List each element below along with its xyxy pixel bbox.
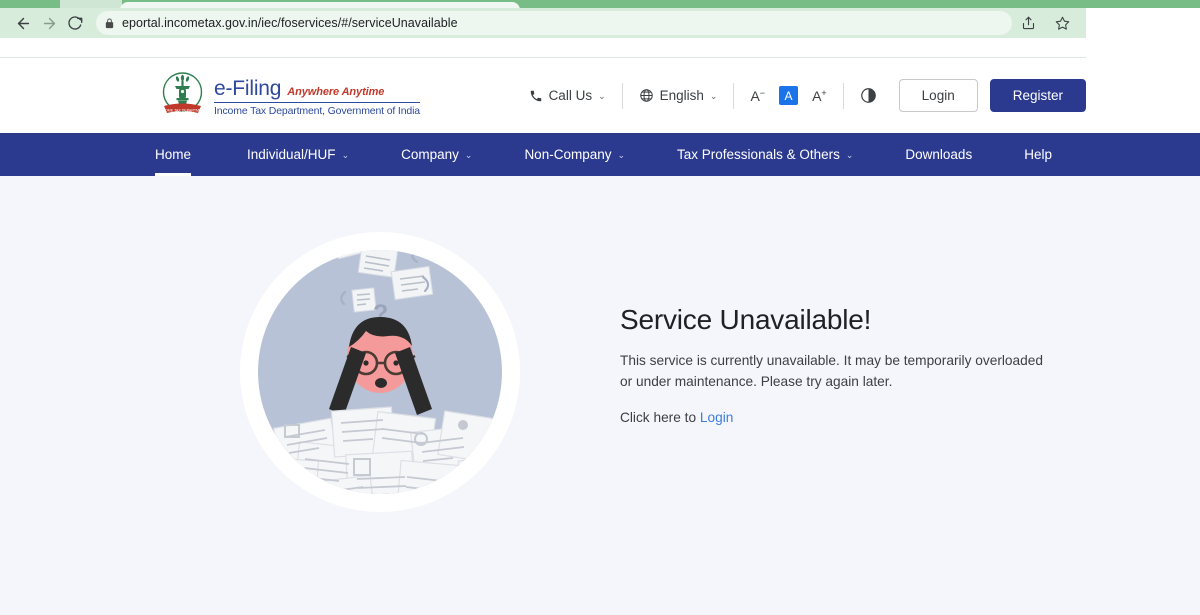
login-link[interactable]: Login (700, 410, 734, 425)
language-label: English (659, 88, 704, 103)
nav-label: Non-Company (524, 147, 612, 162)
nav-item-tax-professionals-others[interactable]: Tax Professionals & Others ⌄ (651, 133, 879, 176)
lock-icon (104, 17, 115, 29)
site-logo[interactable]: INCOME TAX DEPARTMENT e-Filing Anywhere … (159, 70, 420, 122)
logo-title: e-Filing (214, 76, 282, 100)
language-selector[interactable]: English ⌄ (623, 88, 734, 103)
overwhelmed-person-with-papers-illustration: ? (225, 217, 535, 532)
contrast-toggle[interactable] (844, 87, 891, 104)
service-message-block: Service Unavailable! This service is cur… (620, 304, 1050, 425)
reload-icon[interactable] (62, 10, 88, 36)
address-bar-url[interactable]: eportal.incometax.gov.in/iec/foservices/… (122, 16, 458, 30)
chevron-down-icon: ⌄ (598, 91, 606, 101)
header-utilities: Call Us ⌄ English ⌄ A − A A + Login Regi… (513, 78, 1086, 113)
login-prompt: Click here to Login (620, 410, 1050, 425)
nav-item-home[interactable]: Home (155, 133, 221, 176)
nav-item-non-company[interactable]: Non-Company ⌄ (498, 133, 651, 176)
nav-item-downloads[interactable]: Downloads (879, 133, 998, 176)
nav-label: Home (155, 147, 192, 162)
forward-arrow-icon[interactable] (36, 10, 62, 36)
page-title: Service Unavailable! (620, 304, 872, 335)
chevron-down-icon: ⌄ (341, 150, 350, 160)
font-size-decrease-button[interactable]: A − (750, 88, 765, 103)
nav-label: Company (401, 147, 459, 162)
main-navigation: Home Individual/HUF ⌄ Company ⌄ Non-Comp… (0, 133, 1200, 176)
login-prompt-prefix: Click here to (620, 410, 700, 426)
browser-chrome: eportal.incometax.gov.in/iec/foservices/… (0, 0, 1200, 38)
register-button[interactable]: Register (989, 78, 1086, 113)
nav-label: Tax Professionals & Others (677, 147, 840, 162)
back-arrow-icon[interactable] (10, 10, 36, 36)
font-size-default-button[interactable]: A (779, 86, 799, 105)
page-description: This service is currently unavailable. I… (620, 353, 1043, 390)
nav-label: Individual/HUF (247, 147, 336, 162)
login-button[interactable]: Login (898, 78, 978, 113)
logo-divider (214, 101, 420, 103)
chevron-down-icon: ⌄ (617, 150, 626, 160)
logo-department: Income Tax Department, Government of Ind… (214, 104, 420, 117)
star-icon[interactable] (1052, 13, 1072, 33)
chevron-down-icon: ⌄ (845, 150, 854, 160)
svg-text:INCOME TAX DEPARTMENT: INCOME TAX DEPARTMENT (160, 108, 205, 112)
font-size-increase-button[interactable]: A + (812, 88, 827, 103)
nav-label: Downloads (905, 147, 973, 162)
globe-icon (639, 88, 654, 103)
browser-tab-inactive[interactable] (60, 0, 122, 8)
india-national-emblem-icon: INCOME TAX DEPARTMENT (159, 70, 207, 122)
logo-tagline: Anywhere Anytime (287, 85, 385, 98)
nav-item-company[interactable]: Company ⌄ (375, 133, 498, 176)
nav-item-help[interactable]: Help (998, 133, 1078, 176)
main-content: ? Service Unavailable! This service is c… (0, 176, 1200, 615)
call-us-menu[interactable]: Call Us ⌄ (513, 88, 622, 103)
call-us-label: Call Us (548, 88, 593, 103)
nav-item-individual-huf[interactable]: Individual/HUF ⌄ (221, 133, 375, 176)
site-header: INCOME TAX DEPARTMENT e-Filing Anywhere … (0, 38, 1200, 133)
browser-toolbar: eportal.incometax.gov.in/iec/foservices/… (0, 8, 1086, 38)
contrast-icon (860, 87, 877, 104)
chevron-down-icon: ⌄ (464, 150, 473, 160)
share-icon[interactable] (1018, 13, 1038, 33)
address-bar[interactable]: eportal.incometax.gov.in/iec/foservices/… (96, 11, 1012, 35)
chevron-down-icon: ⌄ (709, 91, 718, 101)
font-size-controls: A − A A + (734, 86, 842, 105)
nav-label: Help (1024, 147, 1052, 162)
phone-icon (529, 89, 543, 103)
